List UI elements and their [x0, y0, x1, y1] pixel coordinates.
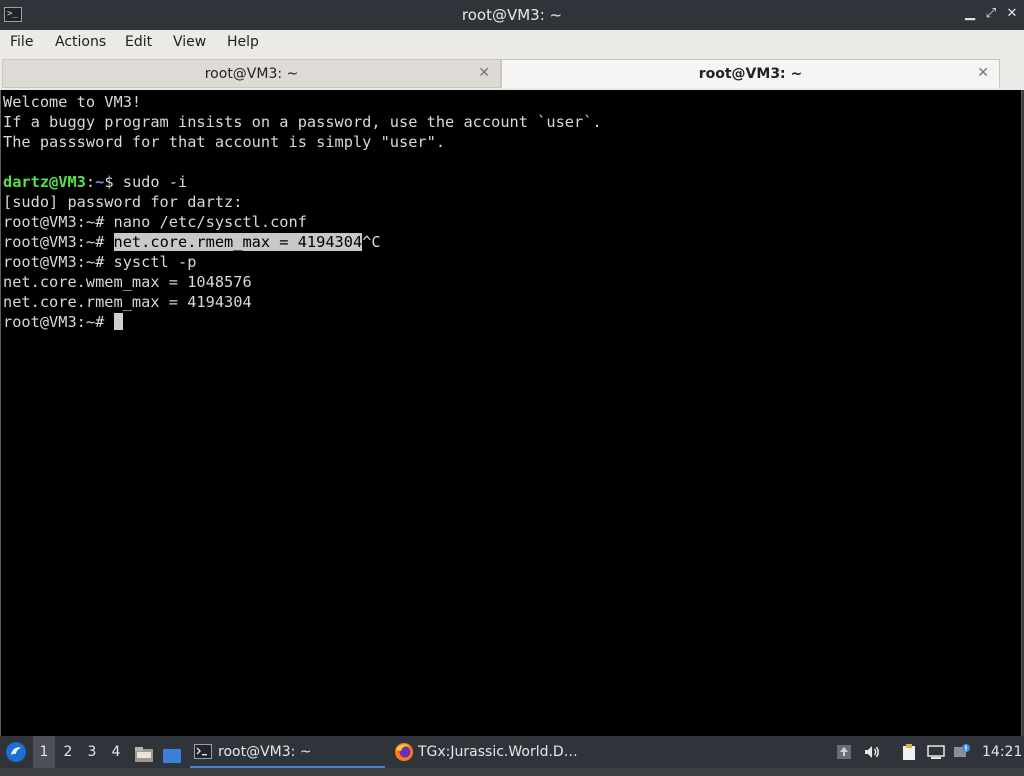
- menu-actions[interactable]: Actions: [55, 30, 106, 57]
- maximize-icon[interactable]: ⤢: [983, 6, 999, 22]
- terminal-line: If a buggy program insists on a password…: [3, 112, 602, 132]
- terminal-line: dartz@VM3:~$ sudo -i: [3, 172, 602, 192]
- workspace-4[interactable]: 4: [105, 736, 127, 768]
- volume-icon[interactable]: [863, 743, 881, 761]
- terminal-line: net.core.rmem_max = 4194304: [3, 292, 602, 312]
- workspace-1[interactable]: 1: [33, 736, 55, 768]
- upload-icon[interactable]: [835, 743, 853, 761]
- tab-close-icon[interactable]: ✕: [977, 60, 989, 87]
- terminal-icon: [194, 744, 212, 759]
- minimize-icon[interactable]: ▁: [962, 6, 978, 22]
- terminal-text: ~: [95, 173, 105, 191]
- terminal-text: The passsword for that account is simply…: [3, 133, 446, 151]
- menu-help[interactable]: Help: [227, 30, 259, 57]
- terminal-line: root@VM3:~# net.core.rmem_max = 4194304^…: [3, 232, 602, 252]
- taskbar-task-terminal[interactable]: root@VM3: ~: [190, 736, 385, 768]
- taskbar: 1 2 3 4 root@VM3: ~ TGx:Jurassic.World.D…: [0, 736, 1024, 768]
- terminal-text: $ sudo -i: [104, 173, 188, 191]
- terminal-text: :: [85, 173, 96, 191]
- tab-terminal-1[interactable]: root@VM3: ~ ✕: [2, 59, 501, 88]
- file-manager-icon[interactable]: [134, 743, 154, 762]
- clock[interactable]: 14:21: [982, 736, 1022, 768]
- terminal-area[interactable]: Welcome to VM3! If a buggy program insist…: [0, 90, 1022, 736]
- firefox-icon: [395, 743, 413, 761]
- task-label: TGx:Jurassic.World.D…: [418, 744, 578, 760]
- terminal-text: root@VM3:~#: [3, 233, 114, 251]
- terminal-line: root@VM3:~# nano /etc/sysctl.conf: [3, 212, 602, 232]
- menu-file[interactable]: File: [10, 30, 33, 57]
- tab-label: root@VM3: ~: [204, 66, 299, 82]
- tab-bar: root@VM3: ~ ✕ root@VM3: ~ ✕: [0, 57, 1024, 90]
- terminal-text: net.core.wmem_max = 1048576: [3, 273, 252, 291]
- terminal-text: net.core.rmem_max = 4194304: [3, 293, 252, 311]
- terminal-line: The passsword for that account is simply…: [3, 132, 602, 152]
- terminal-text: [sudo] password for dartz:: [3, 193, 243, 211]
- network-icon[interactable]: [927, 743, 945, 761]
- window-title: root@VM3: ~: [461, 6, 563, 24]
- terminal-line: [sudo] password for dartz:: [3, 192, 602, 212]
- terminal-text: root@VM3:~# sysctl -p: [3, 253, 197, 271]
- terminal-output: Welcome to VM3! If a buggy program insist…: [3, 92, 602, 332]
- tab-close-icon[interactable]: ✕: [478, 60, 490, 87]
- start-menu-icon[interactable]: [4, 740, 28, 764]
- tab-label: root@VM3: ~: [698, 66, 803, 82]
- terminal-line: net.core.wmem_max = 1048576: [3, 272, 602, 292]
- tab-terminal-2[interactable]: root@VM3: ~ ✕: [501, 59, 1000, 88]
- terminal-text: root@VM3:~#: [3, 313, 114, 331]
- terminal-text: If a buggy program insists on a password…: [3, 113, 602, 131]
- window-titlebar: >_ root@VM3: ~ ▁ ⤢ ✕: [0, 0, 1024, 30]
- notification-icon[interactable]: [953, 743, 971, 761]
- terminal-text: dartz@VM3: [3, 173, 86, 191]
- close-icon[interactable]: ✕: [1004, 6, 1020, 22]
- workspace-3[interactable]: 3: [81, 736, 103, 768]
- workspace-2[interactable]: 2: [57, 736, 79, 768]
- terminal-text: Welcome to VM3!: [3, 93, 142, 111]
- menu-edit[interactable]: Edit: [125, 30, 152, 57]
- terminal-line: Welcome to VM3!: [3, 92, 602, 112]
- show-desktop-icon[interactable]: [162, 744, 182, 763]
- clipboard-icon[interactable]: [900, 743, 918, 761]
- terminal-text: root@VM3:~# nano /etc/sysctl.conf: [3, 213, 307, 231]
- terminal-line: root@VM3:~#: [3, 312, 602, 332]
- menu-bar: File Actions Edit View Help: [0, 30, 1024, 57]
- task-label: root@VM3: ~: [218, 744, 312, 760]
- terminal-text: ^C: [362, 233, 381, 251]
- selected-text: net.core.rmem_max = 4194304: [113, 233, 363, 251]
- menu-view[interactable]: View: [173, 30, 206, 57]
- taskbar-task-firefox[interactable]: TGx:Jurassic.World.D…: [390, 736, 590, 768]
- terminal-cursor: [113, 313, 123, 330]
- terminal-line: root@VM3:~# sysctl -p: [3, 252, 602, 272]
